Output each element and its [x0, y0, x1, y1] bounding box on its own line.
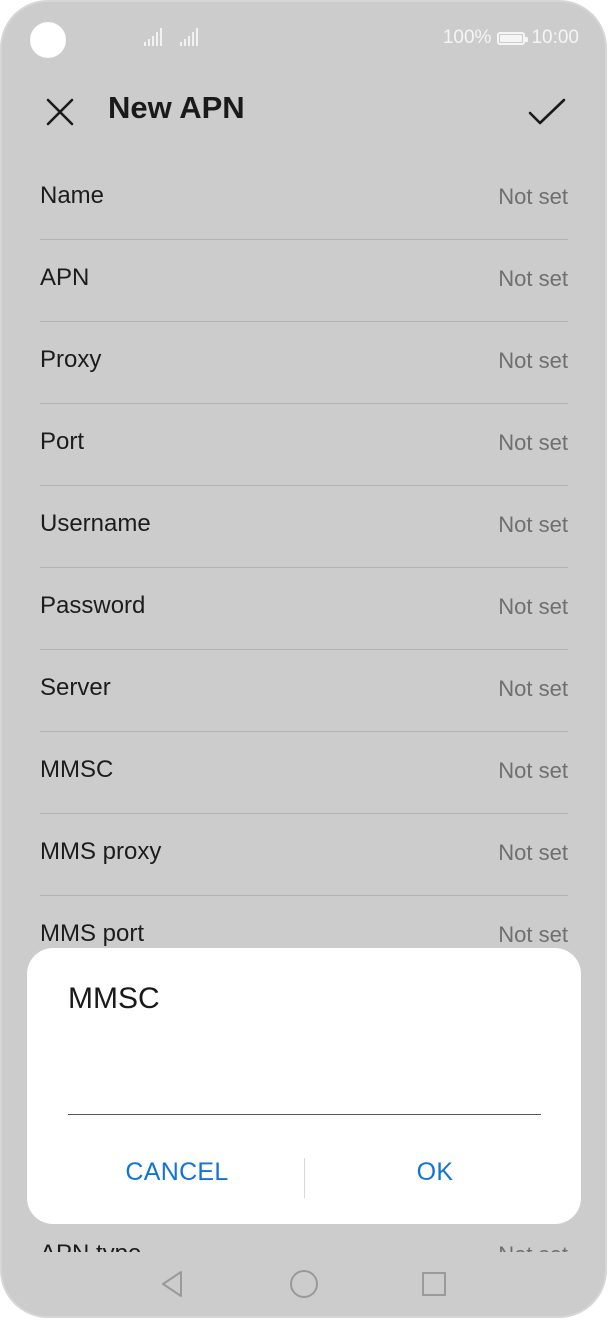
mmsc-dialog: MMSC CANCEL OK — [27, 948, 581, 1224]
field-value: Not set — [498, 512, 568, 537]
field-value: Not set — [498, 840, 568, 865]
field-value: Not set — [498, 922, 568, 947]
field-label: APN type — [40, 1240, 141, 1252]
home-button[interactable] — [288, 1268, 320, 1300]
field-row-username[interactable]: Username Not set — [40, 486, 568, 568]
field-row-name[interactable]: Name Not set — [40, 158, 568, 240]
field-row-port[interactable]: Port Not set — [40, 404, 568, 486]
back-triangle-icon — [162, 1271, 182, 1297]
field-label: MMSC — [40, 756, 114, 783]
checkmark-icon — [528, 98, 566, 125]
field-label: MMS port — [40, 920, 145, 947]
field-label: Password — [40, 592, 146, 619]
battery-percent: 100% — [442, 27, 492, 48]
field-label: Server — [40, 674, 111, 701]
dialog-title: MMSC — [68, 982, 160, 1015]
field-value: Not set — [498, 1242, 568, 1252]
field-value: Not set — [498, 758, 568, 783]
field-value: Not set — [498, 676, 568, 701]
field-row-apn-type[interactable]: APN type Not set — [40, 1238, 568, 1252]
mmsc-input[interactable] — [68, 1062, 541, 1115]
signal-sim2-icon — [180, 28, 202, 46]
recents-button[interactable] — [418, 1268, 450, 1300]
page-title: New APN — [108, 90, 245, 125]
field-row-server[interactable]: Server Not set — [40, 650, 568, 732]
close-button[interactable] — [40, 92, 80, 132]
field-row-mms-proxy[interactable]: MMS proxy Not set — [40, 814, 568, 896]
cancel-button[interactable]: CANCEL — [47, 1144, 307, 1200]
field-label: Username — [40, 510, 151, 537]
battery-icon — [497, 31, 529, 45]
field-value: Not set — [498, 348, 568, 373]
phone-screen: 100% 10:00 New APN Name Not set APN Not … — [2, 2, 605, 1316]
field-value: Not set — [498, 266, 568, 291]
status-right: 100% 10:00 — [443, 26, 579, 50]
field-row-password[interactable]: Password Not set — [40, 568, 568, 650]
field-row-proxy[interactable]: Proxy Not set — [40, 322, 568, 404]
recents-square-icon — [422, 1272, 446, 1296]
field-value: Not set — [498, 594, 568, 619]
app-header: New APN — [2, 74, 605, 150]
field-value: Not set — [498, 430, 568, 455]
field-row-apn[interactable]: APN Not set — [40, 240, 568, 322]
field-label: Proxy — [40, 346, 102, 373]
field-row-mmsc[interactable]: MMSC Not set — [40, 732, 568, 814]
back-button[interactable] — [156, 1268, 188, 1300]
field-label: Port — [40, 428, 85, 455]
close-icon — [46, 98, 74, 126]
status-bar: 100% 10:00 — [2, 2, 605, 74]
ok-button[interactable]: OK — [305, 1144, 565, 1200]
signal-sim1-icon — [144, 28, 166, 46]
apn-field-list: Name Not set APN Not set Proxy Not set P… — [40, 158, 568, 977]
field-label: MMS proxy — [40, 838, 162, 865]
navigation-bar — [2, 1254, 605, 1316]
field-label: Name — [40, 182, 105, 209]
home-circle-icon — [290, 1270, 318, 1298]
clock: 10:00 — [531, 27, 579, 48]
field-label: APN — [40, 264, 90, 291]
camera-cutout — [30, 22, 66, 58]
field-value: Not set — [498, 184, 568, 209]
save-button[interactable] — [525, 92, 569, 132]
